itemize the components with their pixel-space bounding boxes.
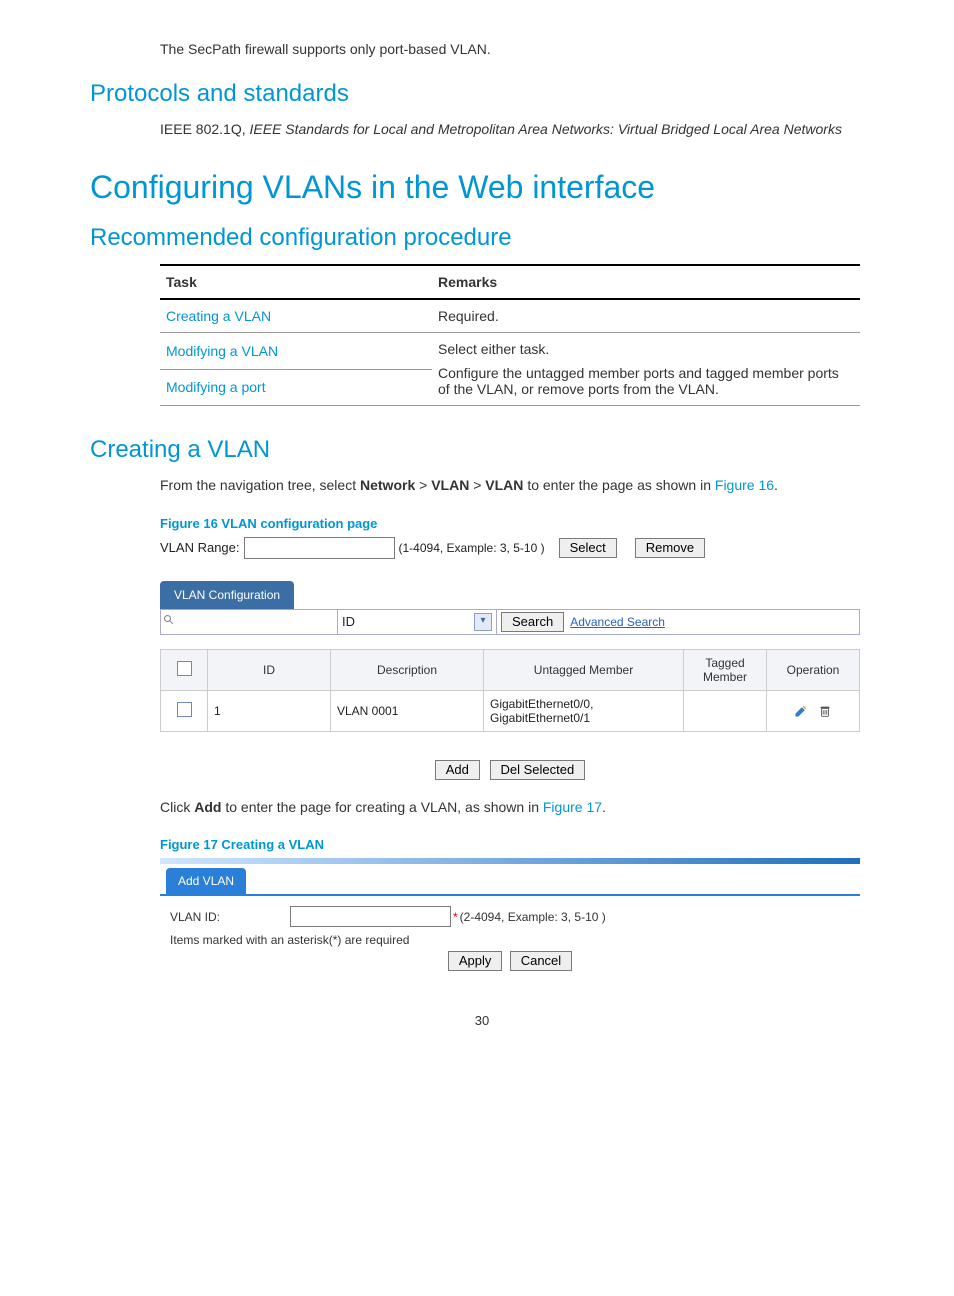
chevron-down-icon: ▾ [474, 613, 492, 631]
protocols-italic: IEEE Standards for Local and Metropolita… [250, 121, 842, 137]
vlan-id-hint: (2-4094, Example: 3, 5-10 ) [460, 910, 606, 924]
figure-17-link[interactable]: Figure 17 [543, 799, 602, 815]
task-link-modify-port[interactable]: Modifying a port [166, 379, 266, 395]
select-all-checkbox[interactable] [177, 661, 192, 676]
remove-button[interactable]: Remove [635, 538, 705, 558]
select-button[interactable]: Select [559, 538, 617, 558]
task-link-create[interactable]: Creating a VLAN [166, 308, 271, 324]
click-add-instruction: Click Add to enter the page for creating… [160, 798, 874, 818]
tab-bar: VLAN Configuration [160, 581, 860, 610]
add-button[interactable]: Add [435, 760, 480, 780]
figure-16-link[interactable]: Figure 16 [715, 477, 774, 493]
nav-instruction: From the navigation tree, select Network… [160, 476, 874, 496]
del-selected-button[interactable]: Del Selected [490, 760, 586, 780]
cell-operation [767, 690, 860, 731]
vlan-id-input[interactable] [290, 906, 451, 927]
task-remarks: Select either task. [438, 341, 854, 357]
cell-id: 1 [208, 690, 331, 731]
protocols-prefix: IEEE 802.1Q, [160, 121, 250, 137]
vlan-range-hint: (1-4094, Example: 3, 5-10 ) [399, 541, 545, 555]
heading-protocols: Protocols and standards [90, 80, 874, 108]
search-input[interactable] [177, 610, 338, 634]
protocols-text: IEEE 802.1Q, IEEE Standards for Local an… [160, 120, 874, 140]
apply-button[interactable]: Apply [448, 951, 503, 971]
task-remarks: Configure the untagged member ports and … [438, 365, 854, 397]
cell-untagged: GigabitEthernet0/0, GigabitEthernet0/1 [484, 690, 684, 731]
edit-icon[interactable] [794, 704, 808, 718]
heading-recommended: Recommended configuration procedure [90, 224, 874, 252]
task-link-modify-vlan[interactable]: Modifying a VLAN [166, 343, 278, 359]
intro-text: The SecPath firewall supports only port-… [160, 40, 874, 60]
vlan-range-input[interactable] [244, 537, 395, 559]
vlan-id-label: VLAN ID: [170, 910, 290, 924]
page-number: 30 [90, 1013, 874, 1028]
trash-icon[interactable] [818, 704, 832, 718]
task-table: Task Remarks Creating a VLAN Required. M… [160, 264, 860, 406]
row-checkbox[interactable] [177, 702, 192, 717]
col-tagged: Tagged Member [684, 649, 767, 690]
figure-17-caption: Figure 17 Creating a VLAN [160, 837, 874, 852]
task-remarks: Required. [432, 299, 860, 333]
col-description: Description [331, 649, 484, 690]
search-icon [161, 614, 177, 629]
vlan-range-label: VLAN Range: [160, 540, 240, 555]
table-row: 1 VLAN 0001 GigabitEthernet0/0, GigabitE… [161, 690, 860, 731]
nav-vlan: VLAN [485, 477, 523, 493]
advanced-search-link[interactable]: Advanced Search [570, 615, 665, 629]
search-button[interactable]: Search [501, 612, 564, 632]
table-row: Creating a VLAN Required. [160, 299, 860, 333]
vlan-table: ID Description Untagged Member Tagged Me… [160, 649, 860, 732]
tab-add-vlan[interactable]: Add VLAN [166, 868, 246, 894]
nav-vlan: VLAN [431, 477, 469, 493]
figure-16-caption: Figure 16 VLAN configuration page [160, 516, 874, 531]
col-id: ID [208, 649, 331, 690]
col-operation: Operation [767, 649, 860, 690]
tab-vlan-configuration[interactable]: VLAN Configuration [160, 581, 294, 609]
table-row: Modifying a VLAN Select either task. Con… [160, 333, 860, 370]
required-asterisk: * [453, 910, 458, 924]
search-field-select[interactable]: ID ▾ [338, 610, 497, 634]
task-head-task: Task [160, 265, 432, 299]
cell-tagged [684, 690, 767, 731]
required-note: Items marked with an asterisk(*) are req… [170, 933, 850, 947]
nav-network: Network [360, 477, 415, 493]
cell-description: VLAN 0001 [331, 690, 484, 731]
heading-configuring: Configuring VLANs in the Web interface [90, 169, 874, 206]
col-untagged: Untagged Member [484, 649, 684, 690]
figure-17: Add VLAN VLAN ID: *(2-4094, Example: 3, … [160, 858, 860, 973]
task-head-remarks: Remarks [432, 265, 860, 299]
heading-creating-vlan: Creating a VLAN [90, 436, 874, 464]
figure-16: VLAN Range: (1-4094, Example: 3, 5-10 ) … [160, 537, 860, 780]
search-row: ID ▾ Search Advanced Search [160, 610, 860, 635]
cancel-button[interactable]: Cancel [510, 951, 572, 971]
